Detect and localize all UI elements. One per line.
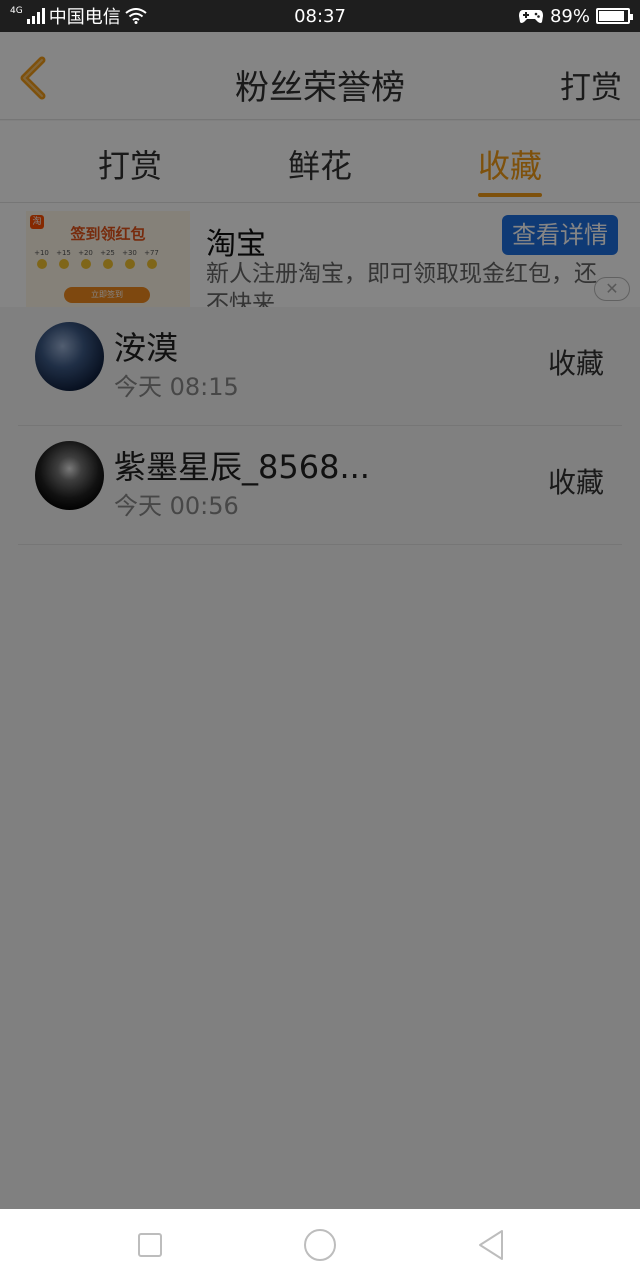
user-name: 紫墨星辰_8568... bbox=[114, 448, 370, 486]
ad-image-day: +20 bbox=[76, 249, 95, 269]
action-label: 收藏 bbox=[547, 466, 604, 499]
avatar[interactable] bbox=[35, 441, 104, 510]
ad-image-cta: 立即签到 bbox=[64, 287, 150, 303]
ad-image: 淘 签到领红包 +10 +15 +20 +25 +30 +77 立即签到 bbox=[26, 211, 190, 307]
reward-button[interactable]: 打赏 bbox=[560, 62, 622, 107]
ad-image-headline: 签到领红包 bbox=[70, 225, 146, 243]
gamepad-icon bbox=[518, 10, 543, 23]
user-name: 洝漠 bbox=[114, 329, 179, 367]
ad-image-day: +30 bbox=[120, 249, 139, 269]
tab-bar: 打赏 鲜花 收藏 bbox=[0, 121, 640, 203]
close-icon[interactable]: ✕ bbox=[594, 277, 630, 301]
timestamp: 今天 00:56 bbox=[114, 492, 239, 520]
battery-percent: 89% bbox=[549, 5, 590, 27]
ad-title: 淘宝 bbox=[206, 227, 266, 262]
tab-reward[interactable]: 打赏 bbox=[70, 141, 190, 187]
ad-banner[interactable]: 淘 签到领红包 +10 +15 +20 +25 +30 +77 立即签到 淘宝 … bbox=[0, 203, 640, 307]
triangle-back-icon[interactable] bbox=[474, 1227, 510, 1263]
ad-image-calendar: +10 +15 +20 +25 +30 +77 bbox=[32, 249, 161, 269]
ad-image-day: +10 bbox=[32, 249, 51, 269]
action-label: 收藏 bbox=[547, 347, 604, 380]
favorites-list: 洝漠 今天 08:15 收藏 紫墨星辰_8568... 今天 00:56 收藏 bbox=[0, 307, 640, 545]
ad-image-day: +77 bbox=[142, 249, 161, 269]
list-item[interactable]: 洝漠 今天 08:15 收藏 bbox=[18, 307, 622, 426]
carrier-label: 中国电信 bbox=[48, 7, 121, 28]
circle-icon[interactable] bbox=[302, 1227, 338, 1263]
ad-details-button[interactable]: 查看详情 bbox=[502, 215, 618, 255]
ad-image-day: +15 bbox=[54, 249, 73, 269]
timestamp: 今天 08:15 bbox=[114, 373, 239, 401]
app-bar: 粉丝荣誉榜 打赏 bbox=[0, 32, 640, 120]
status-bar: 4G 中国电信 08:37 89% bbox=[0, 0, 640, 32]
tab-favorites[interactable]: 收藏 bbox=[450, 141, 570, 197]
tab-flowers[interactable]: 鲜花 bbox=[260, 141, 380, 187]
avatar[interactable] bbox=[35, 322, 104, 391]
list-item[interactable]: 紫墨星辰_8568... 今天 00:56 收藏 bbox=[18, 426, 622, 545]
system-nav-bar bbox=[0, 1209, 640, 1280]
wifi-icon bbox=[125, 8, 147, 24]
ad-image-day: +25 bbox=[98, 249, 117, 269]
battery-icon bbox=[596, 8, 633, 24]
page-title: 粉丝荣誉榜 bbox=[235, 68, 405, 108]
ad-description: 新人注册淘宝，即可领取现金红包，还不快来 bbox=[206, 261, 597, 307]
square-icon[interactable] bbox=[132, 1227, 168, 1263]
signal-icon bbox=[26, 8, 45, 24]
network-type: 4G bbox=[10, 5, 23, 16]
